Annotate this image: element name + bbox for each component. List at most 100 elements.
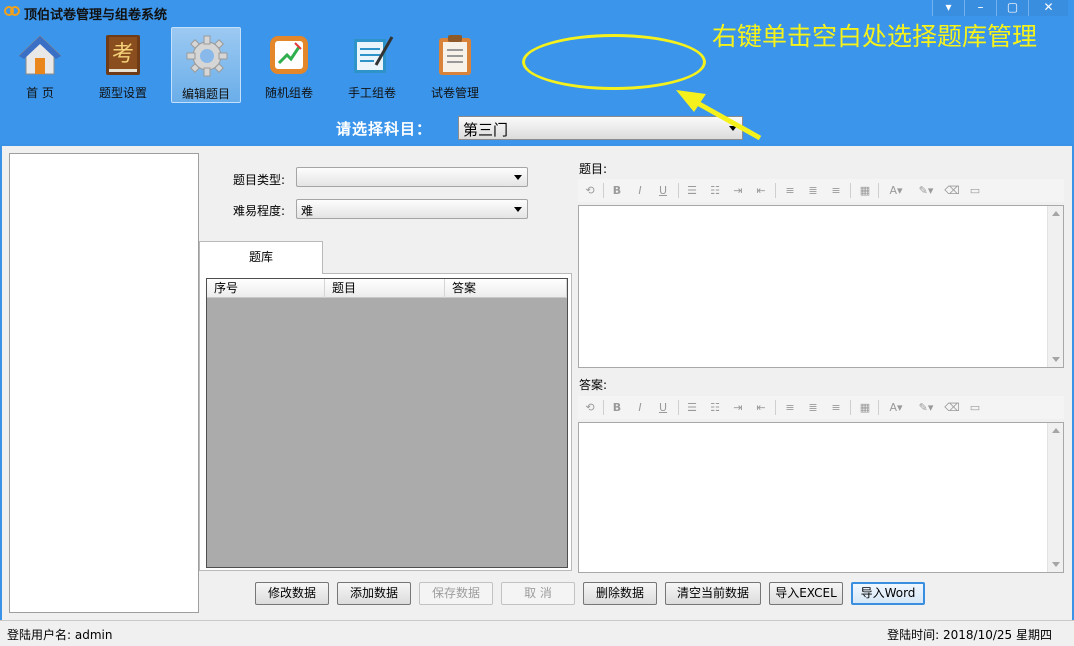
- insert-table-icon[interactable]: ▦: [857, 183, 873, 198]
- underline-icon[interactable]: U: [656, 400, 670, 415]
- modify-data-button[interactable]: 修改数据: [255, 582, 329, 605]
- eraser-icon[interactable]: ⌫: [944, 183, 960, 198]
- login-user-label: 登陆用户名:: [7, 628, 72, 642]
- outdent-icon[interactable]: ⇤: [753, 183, 769, 198]
- subject-label: 请选择科目：: [336, 120, 433, 138]
- align-right-icon[interactable]: ≡: [828, 183, 844, 198]
- insert-table-icon[interactable]: ▦: [857, 400, 873, 415]
- align-left-icon[interactable]: ≡: [782, 183, 798, 198]
- tool-label: 题型设置: [98, 86, 147, 100]
- undo-icon[interactable]: ⟲: [582, 183, 598, 198]
- import-excel-button[interactable]: 导入EXCEL: [769, 582, 843, 605]
- question-type-label: 题目类型:: [233, 173, 286, 187]
- answer-editor-label: 答案:: [579, 378, 608, 392]
- numbered-list-icon[interactable]: ☷: [707, 183, 723, 198]
- scroll-down-icon[interactable]: [1052, 562, 1060, 567]
- toolbar-separator: [775, 183, 776, 198]
- main-panel: 题目类型: 难易程度: 难 题库 序号 题目 答案 题目: ⟲ B I U ☰ …: [2, 146, 1072, 620]
- column-header[interactable]: 答案: [445, 279, 567, 298]
- insert-image-icon[interactable]: ▭: [967, 183, 983, 198]
- tool-paper-management[interactable]: 试卷管理: [420, 27, 490, 103]
- eraser-icon[interactable]: ⌫: [944, 400, 960, 415]
- bullet-list-icon[interactable]: ☰: [684, 400, 700, 415]
- toolbar-separator: [878, 183, 879, 198]
- tab-question-bank[interactable]: 题库: [199, 241, 323, 274]
- title-bar: 顶伯试卷管理与组卷系统 ▾ – ▢ ✕: [0, 0, 1074, 23]
- delete-data-button[interactable]: 删除数据: [583, 582, 657, 605]
- column-header[interactable]: 序号: [207, 279, 325, 298]
- undo-icon[interactable]: ⟲: [582, 400, 598, 415]
- tool-question-types[interactable]: 考 题型设置: [88, 27, 158, 103]
- app-logo-icon: [4, 6, 20, 16]
- question-type-select[interactable]: [296, 167, 528, 187]
- tool-label: 首 页: [26, 86, 54, 100]
- chevron-down-icon: [514, 175, 522, 180]
- highlight-icon[interactable]: ✎▾: [914, 400, 938, 415]
- scroll-down-icon[interactable]: [1052, 357, 1060, 362]
- align-right-icon[interactable]: ≡: [828, 400, 844, 415]
- home-icon: [18, 35, 62, 75]
- whiteboard-icon: [270, 36, 308, 74]
- window-controls: ▾ – ▢ ✕: [932, 0, 1068, 18]
- window-title: 顶伯试卷管理与组卷系统: [24, 8, 168, 23]
- outdent-icon[interactable]: ⇤: [753, 400, 769, 415]
- highlight-icon[interactable]: ✎▾: [914, 183, 938, 198]
- close-button[interactable]: ✕: [1028, 0, 1068, 16]
- gear-icon: [186, 35, 228, 77]
- maximize-button[interactable]: ▢: [996, 0, 1028, 16]
- add-data-button[interactable]: 添加数据: [337, 582, 411, 605]
- answer-scrollbar[interactable]: [1047, 423, 1063, 572]
- scroll-up-icon[interactable]: [1052, 211, 1060, 216]
- category-list[interactable]: [9, 153, 199, 613]
- column-header[interactable]: 题目: [325, 279, 445, 298]
- clear-current-data-button[interactable]: 清空当前数据: [665, 582, 761, 605]
- toolbar-separator: [678, 400, 679, 415]
- underline-icon[interactable]: U: [656, 183, 670, 198]
- question-grid[interactable]: 序号 题目 答案: [206, 278, 568, 568]
- cancel-button[interactable]: 取 消: [501, 582, 575, 605]
- login-user: 登陆用户名: admin: [7, 626, 112, 643]
- import-word-button[interactable]: 导入Word: [851, 582, 925, 605]
- tool-edit-questions[interactable]: 编辑题目: [171, 27, 241, 103]
- font-color-icon[interactable]: A▾: [884, 400, 908, 415]
- bold-icon[interactable]: B: [610, 400, 624, 415]
- question-editor[interactable]: [578, 205, 1064, 368]
- bold-icon[interactable]: B: [610, 183, 624, 198]
- font-color-icon[interactable]: A▾: [884, 183, 908, 198]
- italic-icon[interactable]: I: [633, 400, 647, 415]
- save-data-button[interactable]: 保存数据: [419, 582, 493, 605]
- align-center-icon[interactable]: ≣: [805, 183, 821, 198]
- toolbar-separator: [850, 400, 851, 415]
- difficulty-label: 难易程度:: [233, 204, 286, 218]
- answer-editor[interactable]: [578, 422, 1064, 573]
- tab-panel: 序号 题目 答案: [199, 273, 572, 571]
- annotation-ellipse: [522, 34, 706, 90]
- toolbar-separator: [775, 400, 776, 415]
- indent-icon[interactable]: ⇥: [730, 400, 746, 415]
- tool-label: 编辑题目: [181, 87, 230, 101]
- toolbar-separator: [603, 400, 604, 415]
- question-scrollbar[interactable]: [1047, 206, 1063, 367]
- indent-icon[interactable]: ⇥: [730, 183, 746, 198]
- menu-chevron-icon[interactable]: ▾: [932, 0, 964, 16]
- tool-label: 手工组卷: [347, 86, 396, 100]
- question-editor-label: 题目:: [579, 162, 608, 176]
- status-bar: 登陆用户名: admin 登陆时间: 2018/10/25 星期四: [0, 620, 1074, 646]
- minimize-button[interactable]: –: [964, 0, 996, 16]
- difficulty-value: 难: [301, 204, 314, 218]
- bullet-list-icon[interactable]: ☰: [684, 183, 700, 198]
- numbered-list-icon[interactable]: ☷: [707, 400, 723, 415]
- annotation-arrow-icon: [676, 90, 762, 141]
- tool-random-paper[interactable]: 随机组卷: [254, 27, 324, 103]
- align-left-icon[interactable]: ≡: [782, 400, 798, 415]
- scroll-up-icon[interactable]: [1052, 428, 1060, 433]
- difficulty-select[interactable]: 难: [296, 199, 528, 219]
- insert-image-icon[interactable]: ▭: [967, 400, 983, 415]
- align-center-icon[interactable]: ≣: [805, 400, 821, 415]
- grid-header: 序号 题目 答案: [207, 279, 567, 298]
- italic-icon[interactable]: I: [633, 183, 647, 198]
- login-time-value: 2018/10/25 星期四: [943, 628, 1052, 642]
- answer-editor-toolbar: ⟲ B I U ☰ ☷ ⇥ ⇤ ≡ ≣ ≡ ▦ A▾ ✎▾ ⌫ ▭: [578, 396, 1064, 419]
- tool-manual-paper[interactable]: 手工组卷: [337, 27, 407, 103]
- tool-home[interactable]: 首 页: [5, 27, 75, 103]
